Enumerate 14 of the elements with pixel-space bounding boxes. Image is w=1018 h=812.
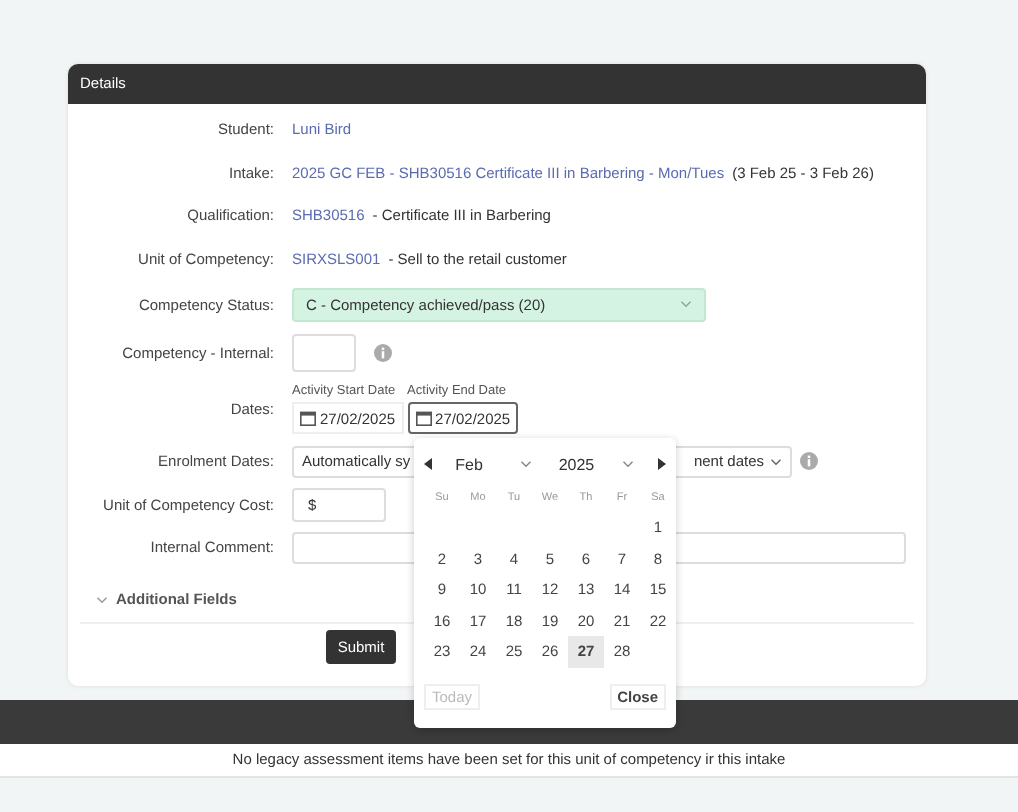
caret-icon: [96, 595, 108, 603]
caret-icon: [680, 300, 692, 308]
caret-icon: [519, 460, 532, 468]
info-icon: [800, 452, 818, 471]
month-select[interactable]: Feb: [449, 455, 538, 473]
year-select[interactable]: 2025: [552, 455, 641, 473]
next-icon[interactable]: [655, 458, 666, 470]
previous-icon[interactable]: [424, 458, 434, 470]
caret-icon: [622, 460, 635, 468]
info-icon: [374, 344, 392, 362]
calendar-icon: [415, 410, 432, 426]
input-field[interactable]: [292, 334, 356, 372]
calendar-icon: [300, 410, 316, 426]
caret-icon: [770, 457, 782, 466]
